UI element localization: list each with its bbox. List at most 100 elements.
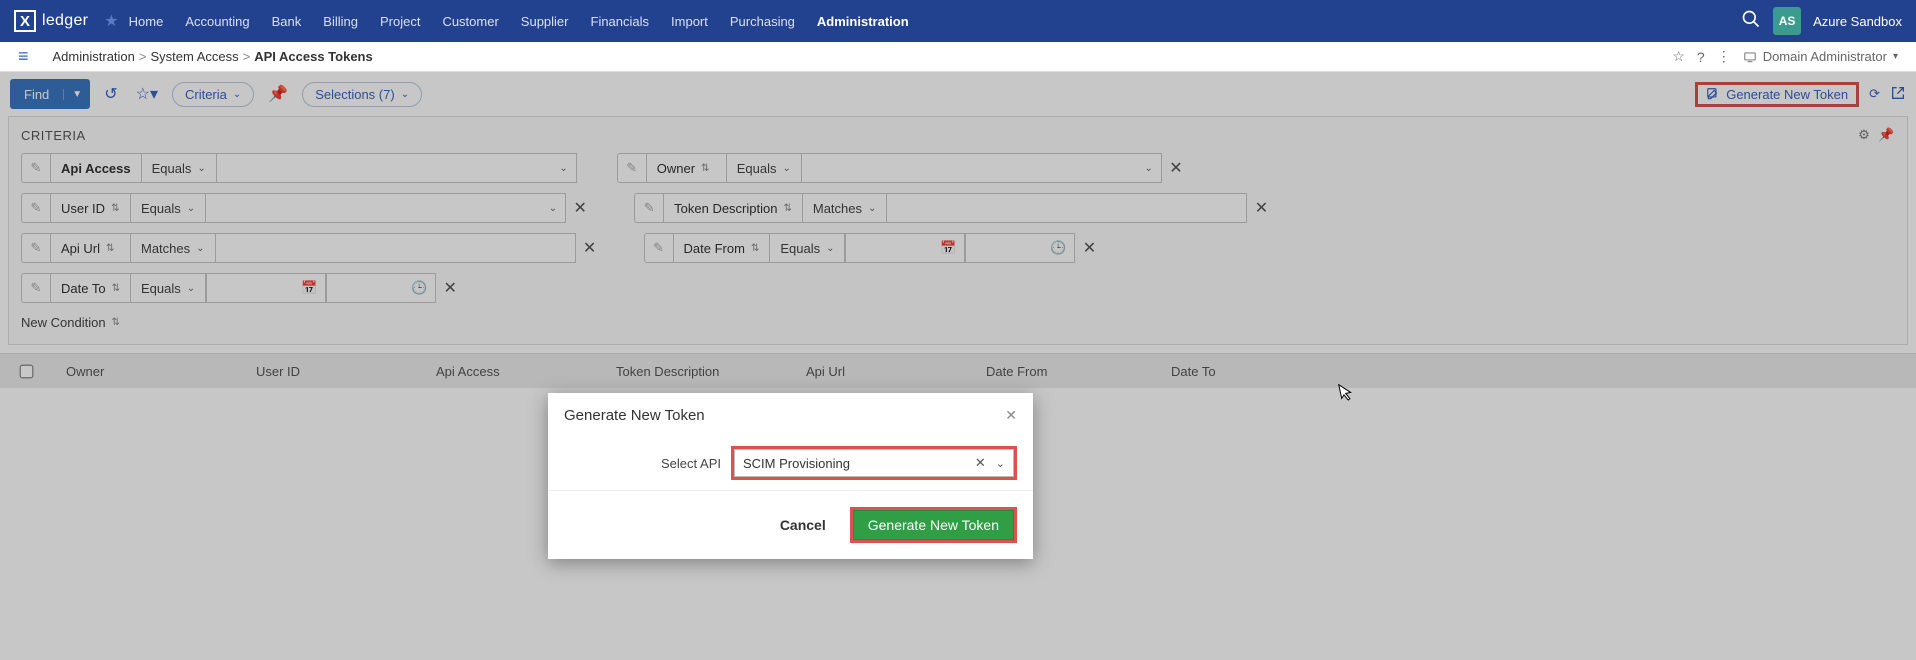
close-icon[interactable]: ✕ — [1005, 407, 1017, 424]
edit-icon[interactable]: ✎ — [21, 233, 51, 263]
remove-icon[interactable]: ✕ — [576, 238, 604, 258]
updown-icon: ⇅ — [112, 317, 120, 328]
criteria-operator[interactable]: Equals⌄ — [131, 193, 206, 223]
criteria-value[interactable]: ⌄ — [217, 153, 577, 183]
selections-pill[interactable]: Selections (7)⌄ — [302, 82, 422, 107]
remove-icon[interactable]: ✕ — [566, 198, 594, 218]
nav-item-billing[interactable]: Billing — [323, 14, 358, 29]
generate-token-modal: Generate New Token ✕ Select API SCIM Pro… — [548, 393, 1033, 559]
remove-icon[interactable]: ✕ — [1162, 158, 1190, 178]
column-header[interactable]: User ID — [250, 364, 430, 379]
nav-item-administration[interactable]: Administration — [817, 14, 909, 29]
criteria-field[interactable]: Api Access — [51, 153, 142, 183]
criteria-operator[interactable]: Matches⌄ — [131, 233, 216, 263]
find-dropdown-icon[interactable]: ▼ — [63, 89, 90, 100]
column-header[interactable]: Date From — [980, 364, 1165, 379]
criteria-field[interactable]: Date From⇅ — [674, 233, 771, 263]
select-api-label: Select API — [661, 456, 721, 471]
nav-item-financials[interactable]: Financials — [591, 14, 650, 29]
breadcrumb-bar: ≡ Administration>System Access>API Acces… — [0, 42, 1916, 72]
org-name[interactable]: Azure Sandbox — [1813, 14, 1902, 29]
cancel-button[interactable]: Cancel — [774, 507, 832, 543]
column-header[interactable]: Api Access — [430, 364, 610, 379]
criteria-operator[interactable]: Equals⌄ — [727, 153, 802, 183]
select-api-dropdown[interactable]: SCIM Provisioning ✕ ⌄ — [734, 449, 1014, 477]
find-label: Find — [10, 87, 63, 102]
edit-icon[interactable]: ✎ — [21, 273, 51, 303]
remove-icon[interactable]: ✕ — [1247, 198, 1275, 218]
history-icon[interactable]: ↺ — [100, 84, 121, 104]
pin-icon[interactable]: 📌 — [1878, 127, 1895, 143]
nav-item-bank[interactable]: Bank — [272, 14, 302, 29]
nav-item-customer[interactable]: Customer — [442, 14, 498, 29]
criteria-field[interactable]: Owner⇅ — [647, 153, 727, 183]
star-dropdown-icon[interactable]: ☆▾ — [132, 84, 162, 104]
date-input[interactable]: 📅 — [845, 233, 965, 263]
criteria-panel: CRITERIA ⚙ 📌 ✎Api AccessEquals⌄⌄✎Owner⇅E… — [8, 116, 1908, 345]
criteria-operator[interactable]: Matches⌄ — [803, 193, 888, 223]
edit-icon[interactable]: ✎ — [21, 193, 51, 223]
criteria-condition: ✎Date From⇅Equals⌄📅🕒✕ — [644, 233, 1104, 263]
date-input[interactable]: 📅 — [206, 273, 326, 303]
modal-title: Generate New Token — [564, 407, 705, 424]
edit-icon — [1706, 87, 1720, 101]
edit-icon[interactable]: ✎ — [21, 153, 51, 183]
criteria-operator[interactable]: Equals⌄ — [131, 273, 206, 303]
top-nav: X ledger ★ Home Accounting Bank Billing Proj… — [0, 0, 1916, 42]
favorite-star-icon[interactable]: ★ — [104, 11, 118, 31]
criteria-value[interactable] — [216, 233, 576, 263]
nav-item-supplier[interactable]: Supplier — [521, 14, 569, 29]
nav-item-import[interactable]: Import — [671, 14, 708, 29]
find-button[interactable]: Find ▼ — [10, 79, 90, 109]
nav-item-project[interactable]: Project — [380, 14, 420, 29]
column-header[interactable]: Token Description — [610, 364, 800, 379]
gear-icon[interactable]: ⚙ — [1858, 127, 1870, 143]
clear-icon[interactable]: ✕ — [975, 455, 986, 471]
star-outline-icon[interactable]: ☆ — [1672, 48, 1685, 65]
table-header: OwnerUser IDApi AccessToken DescriptionA… — [0, 354, 1916, 388]
criteria-label: Criteria — [185, 87, 227, 102]
avatar[interactable]: AS — [1773, 7, 1801, 35]
edit-icon[interactable]: ✎ — [644, 233, 674, 263]
nav-item-accounting[interactable]: Accounting — [185, 14, 249, 29]
time-input[interactable]: 🕒 — [326, 273, 436, 303]
generate-token-submit-button[interactable]: Generate New Token — [853, 510, 1014, 540]
generate-new-token-button[interactable]: Generate New Token — [1695, 82, 1859, 107]
nav-item-purchasing[interactable]: Purchasing — [730, 14, 795, 29]
open-external-icon[interactable] — [1890, 85, 1906, 104]
column-header[interactable]: Api Url — [800, 364, 980, 379]
menu-icon[interactable]: ≡ — [18, 46, 29, 67]
search-icon[interactable] — [1741, 9, 1761, 34]
edit-icon[interactable]: ✎ — [617, 153, 647, 183]
criteria-value[interactable]: ⌄ — [206, 193, 566, 223]
breadcrumb-item[interactable]: System Access — [150, 49, 238, 64]
breadcrumb-item[interactable]: API Access Tokens — [254, 49, 373, 64]
results-table: OwnerUser IDApi AccessToken DescriptionA… — [0, 353, 1916, 388]
breadcrumb-item[interactable]: Administration — [53, 49, 135, 64]
criteria-field[interactable]: User ID⇅ — [51, 193, 131, 223]
remove-icon[interactable]: ✕ — [1075, 238, 1103, 258]
criteria-pill[interactable]: Criteria⌄ — [172, 82, 254, 107]
role-label: Domain Administrator — [1763, 49, 1887, 64]
criteria-value[interactable] — [887, 193, 1247, 223]
role-picker[interactable]: Domain Administrator ▾ — [1743, 49, 1898, 64]
logo[interactable]: X ledger — [14, 10, 88, 32]
more-icon[interactable]: ⋮ — [1717, 48, 1731, 65]
column-header[interactable]: Owner — [60, 364, 250, 379]
new-condition[interactable]: New Condition ⇅ — [21, 315, 1895, 330]
criteria-operator[interactable]: Equals⌄ — [770, 233, 845, 263]
edit-icon[interactable]: ✎ — [634, 193, 664, 223]
criteria-operator[interactable]: Equals⌄ — [142, 153, 217, 183]
select-all-checkbox[interactable] — [20, 364, 34, 378]
criteria-field[interactable]: Token Description⇅ — [664, 193, 803, 223]
column-header[interactable]: Date To — [1165, 364, 1315, 379]
time-input[interactable]: 🕒 — [965, 233, 1075, 263]
criteria-field[interactable]: Api Url⇅ — [51, 233, 131, 263]
pin-icon[interactable]: 📌 — [264, 84, 292, 104]
help-icon[interactable]: ? — [1697, 49, 1705, 65]
chevron-down-icon[interactable]: ⌄ — [996, 457, 1005, 470]
criteria-field[interactable]: Date To⇅ — [51, 273, 131, 303]
remove-icon[interactable]: ✕ — [436, 278, 464, 298]
criteria-value[interactable]: ⌄ — [802, 153, 1162, 183]
nav-item-home[interactable]: Home — [129, 14, 164, 29]
